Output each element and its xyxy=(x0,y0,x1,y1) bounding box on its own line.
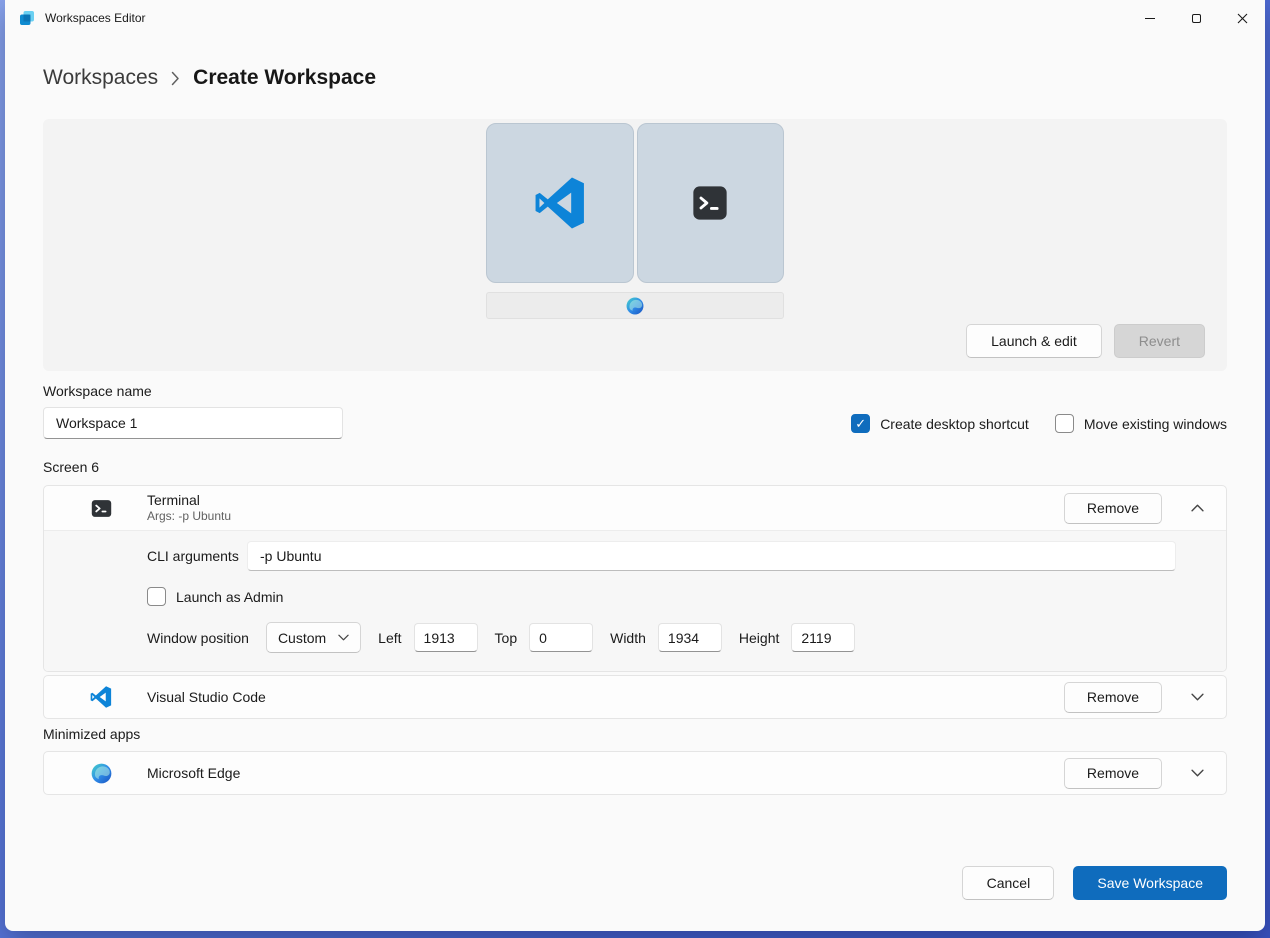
chevron-right-icon xyxy=(171,71,180,86)
microsoft-edge-icon xyxy=(626,297,644,315)
move-existing-windows-label: Move existing windows xyxy=(1084,416,1227,432)
cli-arguments-label: CLI arguments xyxy=(147,548,247,564)
top-input[interactable] xyxy=(529,623,593,652)
cli-arguments-input[interactable] xyxy=(247,541,1176,571)
preview-taskbar xyxy=(486,292,784,319)
terminal-icon xyxy=(692,185,728,221)
visual-studio-code-icon xyxy=(534,177,586,229)
window-position-label: Window position xyxy=(147,630,249,646)
workspace-name-label: Workspace name xyxy=(43,383,343,399)
height-input[interactable] xyxy=(791,623,855,652)
checkbox-checked-icon: ✓ xyxy=(851,414,870,433)
remove-vscode-button[interactable]: Remove xyxy=(1064,682,1162,713)
checkbox-unchecked-icon xyxy=(1055,414,1074,433)
height-label: Height xyxy=(739,630,779,646)
chevron-down-icon xyxy=(338,634,349,641)
workspace-name-input[interactable] xyxy=(43,407,343,439)
create-desktop-shortcut-checkbox[interactable]: ✓ Create desktop shortcut xyxy=(851,414,1029,433)
left-label: Left xyxy=(378,630,401,646)
window-controls xyxy=(1127,0,1265,36)
launch-and-edit-button[interactable]: Launch & edit xyxy=(966,324,1102,358)
app-expander-edge: Microsoft Edge Remove xyxy=(43,751,1227,795)
microsoft-edge-icon xyxy=(89,763,113,784)
collapse-terminal-button[interactable] xyxy=(1186,497,1208,519)
revert-button[interactable]: Revert xyxy=(1114,324,1205,358)
close-icon xyxy=(1237,13,1248,24)
screen-section-label: Screen 6 xyxy=(43,459,1227,477)
workspaces-app-icon xyxy=(19,10,35,26)
remove-edge-button[interactable]: Remove xyxy=(1064,758,1162,789)
minimize-button[interactable] xyxy=(1127,0,1173,36)
launch-as-admin-checkbox[interactable]: Launch as Admin xyxy=(147,587,283,606)
app-title: Terminal xyxy=(147,492,231,509)
chevron-down-icon xyxy=(1191,769,1204,777)
window-title: Workspaces Editor xyxy=(45,11,145,25)
workspaces-editor-window: Workspaces Editor Workspaces Create Work… xyxy=(5,0,1265,931)
width-input[interactable] xyxy=(658,623,722,652)
app-args-subtitle: Args: -p Ubuntu xyxy=(147,509,231,524)
chevron-down-icon xyxy=(1191,693,1204,701)
workspace-preview-panel: Launch & edit Revert xyxy=(43,119,1227,371)
expand-edge-button[interactable] xyxy=(1186,762,1208,784)
visual-studio-code-icon xyxy=(89,686,113,708)
remove-terminal-button[interactable]: Remove xyxy=(1064,493,1162,524)
left-input[interactable] xyxy=(414,623,478,652)
page-title: Create Workspace xyxy=(193,66,376,90)
preview-window-vscode xyxy=(486,123,634,283)
app-title: Visual Studio Code xyxy=(147,689,266,706)
titlebar: Workspaces Editor xyxy=(5,0,1265,36)
minimized-apps-label: Minimized apps xyxy=(43,726,1227,744)
close-button[interactable] xyxy=(1219,0,1265,36)
breadcrumb: Workspaces Create Workspace xyxy=(43,62,1227,94)
chevron-up-icon xyxy=(1191,504,1204,512)
window-position-value: Custom xyxy=(278,630,326,646)
app-row-edge[interactable]: Microsoft Edge Remove xyxy=(44,752,1226,794)
maximize-icon xyxy=(1192,14,1201,23)
monitor-preview xyxy=(486,119,784,319)
create-desktop-shortcut-label: Create desktop shortcut xyxy=(880,416,1029,432)
breadcrumb-workspaces[interactable]: Workspaces xyxy=(43,66,158,90)
checkbox-unchecked-icon xyxy=(147,587,166,606)
launch-as-admin-label: Launch as Admin xyxy=(176,589,283,605)
preview-window-terminal xyxy=(637,123,785,283)
app-title: Microsoft Edge xyxy=(147,765,240,782)
app-expander-terminal: Terminal Args: -p Ubuntu Remove CLI argu… xyxy=(43,485,1227,672)
save-workspace-button[interactable]: Save Workspace xyxy=(1073,866,1227,900)
window-position-dropdown[interactable]: Custom xyxy=(266,622,361,653)
move-existing-windows-checkbox[interactable]: Move existing windows xyxy=(1055,414,1227,433)
width-label: Width xyxy=(610,630,646,646)
terminal-icon xyxy=(89,498,113,519)
maximize-button[interactable] xyxy=(1173,0,1219,36)
app-row-vscode[interactable]: Visual Studio Code Remove xyxy=(44,676,1226,718)
top-label: Top xyxy=(495,630,518,646)
expand-vscode-button[interactable] xyxy=(1186,686,1208,708)
app-expander-vscode: Visual Studio Code Remove xyxy=(43,675,1227,719)
app-row-terminal[interactable]: Terminal Args: -p Ubuntu Remove xyxy=(44,486,1226,530)
terminal-details: CLI arguments Launch as Admin Window pos… xyxy=(44,530,1226,671)
cancel-button[interactable]: Cancel xyxy=(962,866,1054,900)
minimize-icon xyxy=(1145,18,1155,19)
